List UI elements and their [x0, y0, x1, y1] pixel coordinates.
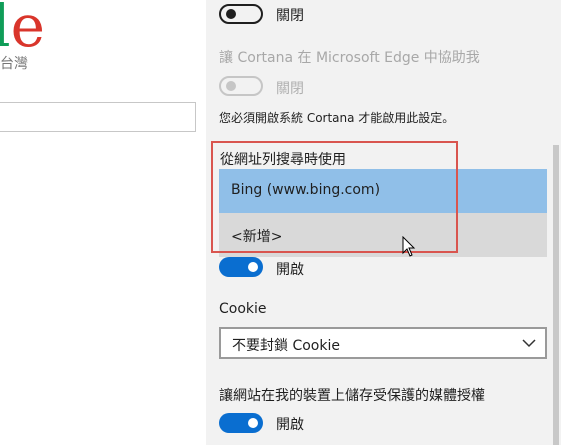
media-license-toggle[interactable] — [219, 413, 263, 433]
option-label: <新增> — [231, 229, 283, 245]
media-license-label: 讓網站在我的裝置上儲存受保護的媒體授權 — [219, 388, 485, 404]
cortana-toggle — [219, 76, 263, 96]
toggle-knob — [248, 262, 258, 272]
search-engine-label: 從網址列搜尋時使用 — [220, 152, 346, 168]
toggle-switch-off[interactable] — [219, 4, 263, 24]
toggle-switch-on[interactable] — [219, 257, 263, 277]
toggle-knob — [248, 418, 258, 428]
cookie-select[interactable]: 不要封鎖 Cookie — [219, 327, 547, 359]
toggle-status-label: 開啟 — [276, 262, 304, 278]
cortana-setting-label: 讓 Cortana 在 Microsoft Edge 中協助我 — [219, 50, 480, 66]
toggle-knob — [226, 9, 236, 19]
cortana-note: 您必須開啟系統 Cortana 才能啟用此設定。 — [219, 111, 455, 125]
toggle-knob — [226, 81, 236, 91]
toggle-status-label: 關閉 — [276, 8, 304, 24]
chevron-down-icon — [522, 339, 536, 348]
scrollbar-thumb[interactable] — [553, 145, 559, 445]
logo-region-label: 台灣 — [0, 56, 28, 72]
scrollbar[interactable] — [547, 0, 561, 445]
media-license-status: 開啟 — [276, 417, 304, 433]
browser-page: le 台灣 — [0, 0, 206, 445]
search-input[interactable] — [0, 102, 196, 132]
dropdown-option-bing[interactable]: Bing (www.bing.com) — [219, 169, 547, 213]
cortana-toggle-status: 關閉 — [276, 81, 304, 97]
dropdown-option-add-new[interactable]: <新增> — [219, 213, 547, 257]
cookie-select-value: 不要封鎖 Cookie — [232, 338, 340, 354]
cookie-label: Cookie — [219, 301, 267, 317]
option-label: Bing (www.bing.com) — [231, 182, 381, 198]
mouse-cursor-icon — [402, 236, 416, 257]
search-engine-dropdown[interactable]: Bing (www.bing.com) <新增> — [219, 169, 547, 257]
